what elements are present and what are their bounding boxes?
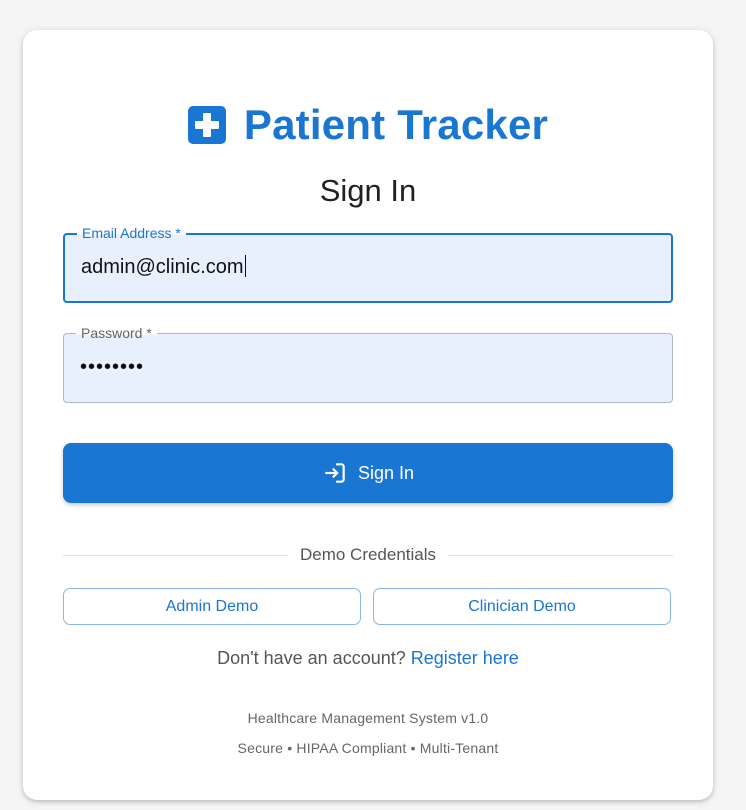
login-card: Patient Tracker Sign In Email Address * … [23,30,713,800]
register-link[interactable]: Register here [411,648,519,668]
footer-compliance: Secure • HIPAA Compliant • Multi-Tenant [237,740,499,756]
brand-header: Patient Tracker [23,100,713,150]
sign-in-button[interactable]: Sign In [63,443,673,503]
text-caret [244,255,246,277]
password-input[interactable]: •••••••• [80,356,144,379]
app-title: Patient Tracker [243,101,549,148]
demo-credentials-divider: Demo Credentials [63,543,673,567]
password-field[interactable]: Password * •••••••• [63,325,673,403]
login-icon [325,463,345,483]
register-prompt: Don't have an account? [217,648,406,668]
admin-demo-button[interactable]: Admin Demo [63,588,361,625]
email-label: Email Address * [77,225,186,241]
email-value: admin@clinic.com [81,256,244,278]
clinician-demo-label: Clinician Demo [468,597,576,615]
admin-demo-label: Admin Demo [165,597,259,615]
medical-cross-icon [187,106,226,144]
footer-version: Healthcare Management System v1.0 [247,710,489,726]
register-prompt-row: Don't have an account? Register here [23,648,713,669]
sign-in-button-label: Sign In [357,462,415,483]
clinician-demo-button[interactable]: Clinician Demo [373,588,671,625]
divider-line-left [63,554,288,556]
page-title: Sign In [319,173,417,208]
email-field[interactable]: Email Address * admin@clinic.com [63,225,673,303]
demo-credentials-label: Demo Credentials [299,545,437,564]
email-input[interactable]: admin@clinic.com [81,255,246,279]
password-label: Password * [76,325,157,341]
divider-line-right [448,554,673,556]
